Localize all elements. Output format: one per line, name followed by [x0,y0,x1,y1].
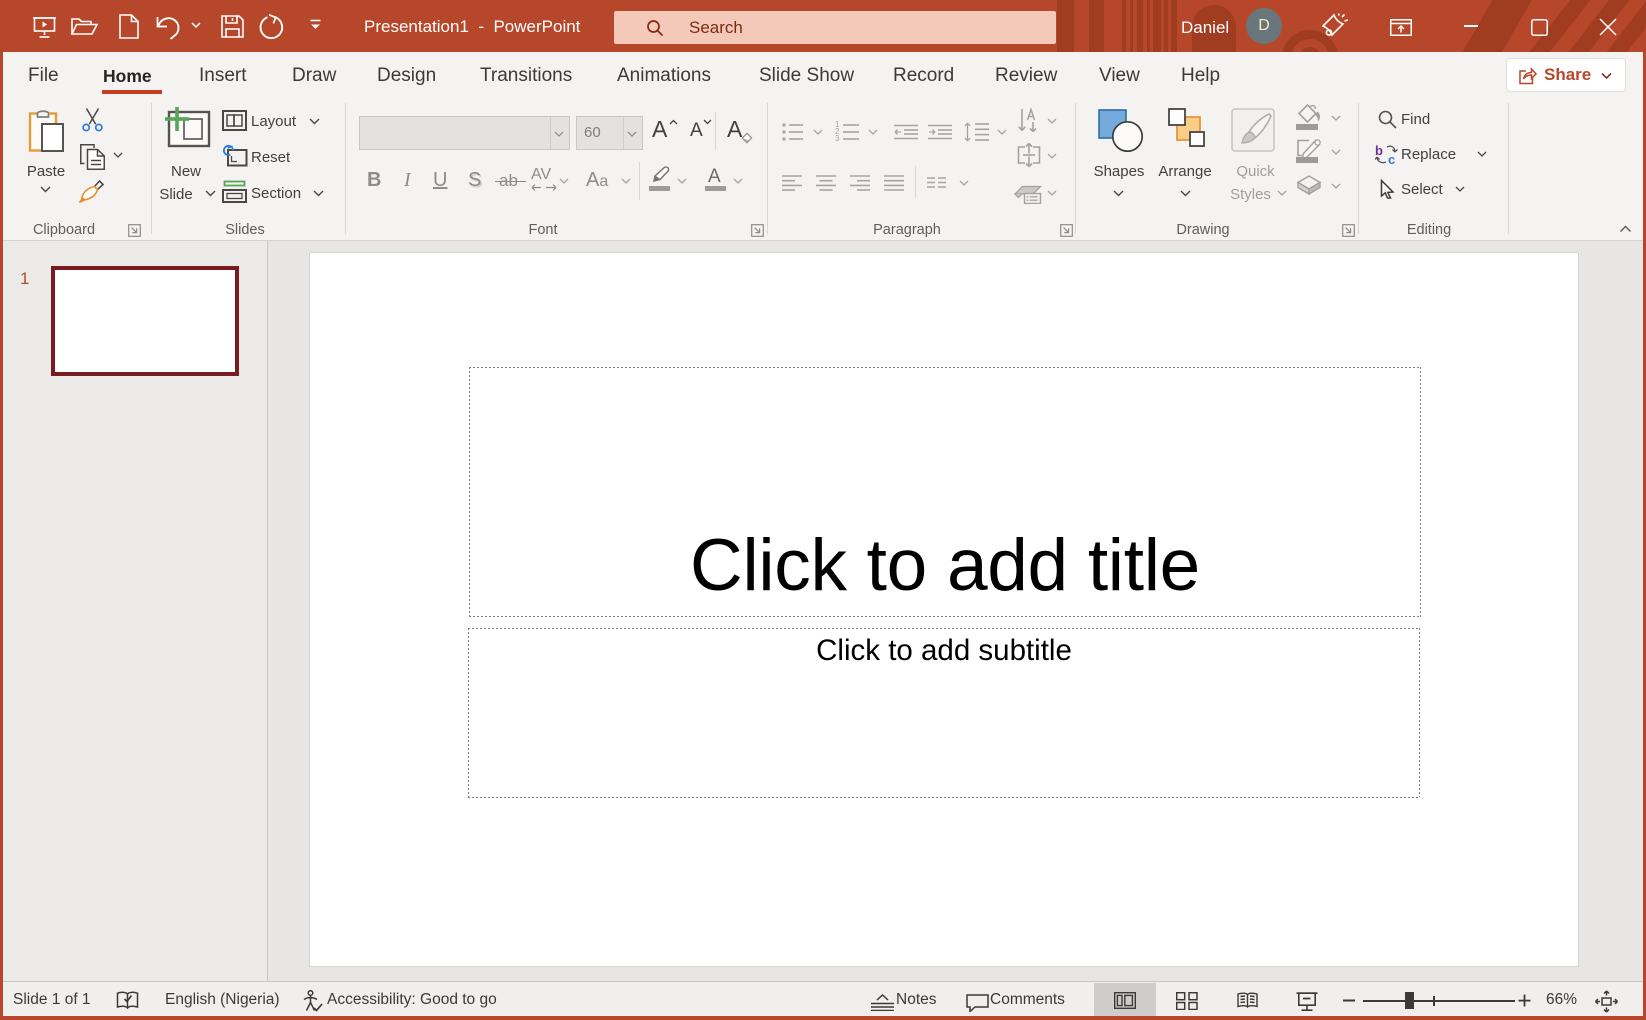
svg-text:c: c [1388,152,1395,166]
svg-text:b: b [1375,144,1383,158]
